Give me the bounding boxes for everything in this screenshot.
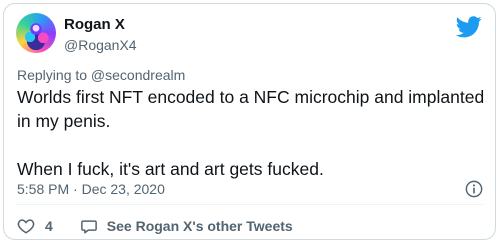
like-count[interactable]: 4	[45, 218, 53, 234]
speech-bubble-icon[interactable]	[80, 217, 98, 235]
info-icon[interactable]	[465, 180, 483, 198]
twitter-bird-icon[interactable]	[456, 16, 482, 38]
author-name[interactable]: Rogan X	[64, 16, 125, 34]
tweet-card[interactable]: Rogan X @RoganX4 Replying to @secondreal…	[3, 3, 496, 240]
avatar[interactable]	[16, 13, 56, 53]
tweet-line-1: Worlds first NFT encoded to a NFC microc…	[17, 87, 485, 131]
tweet-text: Worlds first NFT encoded to a NFC microc…	[17, 85, 487, 181]
divider	[16, 204, 483, 205]
heart-icon[interactable]	[17, 217, 35, 235]
replying-to[interactable]: Replying to @secondrealm	[17, 66, 185, 84]
tweet-line-2: When I fuck, it's art and art gets fucke…	[17, 159, 324, 179]
see-other-tweets-link[interactable]: See Rogan X's other Tweets	[107, 218, 293, 234]
timestamp[interactable]: 5:58 PM · Dec 23, 2020	[17, 180, 165, 198]
author-handle[interactable]: @RoganX4	[64, 36, 137, 54]
action-bar: 4 See Rogan X's other Tweets	[17, 216, 293, 236]
